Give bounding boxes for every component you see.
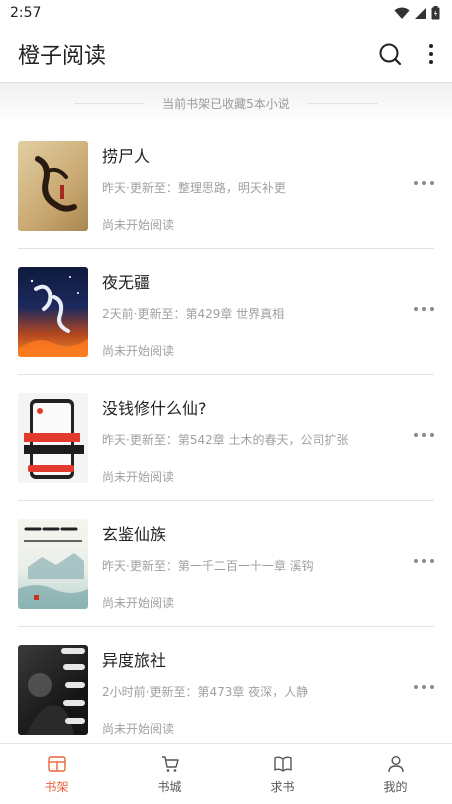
divider: [74, 102, 145, 104]
bookshelf-icon: [47, 755, 66, 772]
open-book-icon: [273, 756, 292, 772]
book-title: 玄鉴仙族: [102, 525, 167, 544]
book-progress: 尚未开始阅读: [102, 722, 175, 736]
nav-bookshelf[interactable]: 书架: [0, 744, 113, 804]
battery-icon: [431, 6, 440, 20]
nav-profile[interactable]: 我的: [339, 744, 452, 804]
bottom-nav: 书架 书城 求书 我的: [0, 743, 452, 804]
nav-label: 书城: [157, 779, 182, 794]
book-progress: 尚未开始阅读: [102, 218, 175, 232]
book-cover: [18, 393, 88, 483]
more-options-button[interactable]: [408, 429, 434, 441]
more-options-button[interactable]: [408, 177, 434, 189]
book-item[interactable]: 异度旅社 2小时前·更新至：第473章 夜深，人静 尚未开始阅读: [18, 627, 434, 744]
shelf-count-banner: 当前书架已收藏5本小说: [0, 83, 452, 123]
book-update: 2天前·更新至：第429章 世界真相: [102, 307, 285, 321]
signal-icon: [415, 7, 426, 19]
person-icon: [387, 755, 404, 772]
more-options-button[interactable]: [408, 681, 434, 693]
app-actions: [378, 42, 434, 66]
cover-texture: [35, 156, 77, 212]
search-button[interactable]: [378, 42, 402, 66]
more-options-button[interactable]: [408, 303, 434, 315]
book-update: 昨天·更新至：第542章 土木的春天，公司扩张: [102, 433, 349, 447]
book-cover: [18, 519, 88, 609]
book-update: 昨天·更新至：整理思路，明天补更: [102, 181, 286, 195]
book-list: 捞尸人 昨天·更新至：整理思路，明天补更 尚未开始阅读 夜无疆 2天前·更新至：…: [0, 123, 452, 744]
search-icon: [379, 43, 402, 66]
book-progress: 尚未开始阅读: [102, 596, 175, 610]
book-title: 异度旅社: [102, 651, 167, 670]
status-bar: 2:57: [0, 0, 452, 26]
more-options-button[interactable]: [408, 555, 434, 567]
nav-label: 书架: [44, 779, 69, 794]
more-vertical-icon: [429, 44, 433, 64]
book-update: 昨天·更新至：第一千二百一十一章 溪钩: [102, 559, 314, 573]
book-item[interactable]: 捞尸人 昨天·更新至：整理思路，明天补更 尚未开始阅读: [18, 123, 434, 249]
nav-request-book[interactable]: 求书: [226, 744, 339, 804]
book-cover: [18, 141, 88, 231]
nav-bookstore[interactable]: 书城: [113, 744, 226, 804]
cover-texture: [24, 399, 84, 479]
status-icons: [394, 6, 440, 20]
wifi-icon: [394, 7, 410, 19]
divider: [307, 102, 378, 104]
book-title: 夜无疆: [102, 273, 151, 292]
cover-texture: [18, 527, 88, 609]
book-cover: [18, 645, 88, 735]
book-item[interactable]: 玄鉴仙族 昨天·更新至：第一千二百一十一章 溪钩 尚未开始阅读: [18, 501, 434, 627]
book-update: 2小时前·更新至：第473章 夜深，人静: [102, 685, 309, 699]
shelf-count-text: 当前书架已收藏5本小说: [162, 96, 290, 111]
book-title: 没钱修什么仙?: [102, 399, 207, 418]
app-title: 橙子阅读: [18, 44, 107, 69]
book-title: 捞尸人: [102, 147, 151, 166]
book-cover: [18, 267, 88, 357]
cover-texture: [26, 648, 85, 735]
status-time: 2:57: [10, 5, 42, 21]
book-item[interactable]: 没钱修什么仙? 昨天·更新至：第542章 土木的春天，公司扩张 尚未开始阅读: [18, 375, 434, 501]
nav-label: 我的: [383, 779, 408, 794]
book-item[interactable]: 夜无疆 2天前·更新至：第429章 世界真相 尚未开始阅读: [18, 249, 434, 375]
cover-texture: [18, 276, 88, 357]
app-bar: 橙子阅读: [0, 26, 452, 83]
book-progress: 尚未开始阅读: [102, 344, 175, 358]
overflow-menu-button[interactable]: [428, 43, 434, 65]
nav-label: 求书: [270, 779, 295, 794]
book-progress: 尚未开始阅读: [102, 470, 175, 484]
cart-icon: [161, 755, 179, 772]
